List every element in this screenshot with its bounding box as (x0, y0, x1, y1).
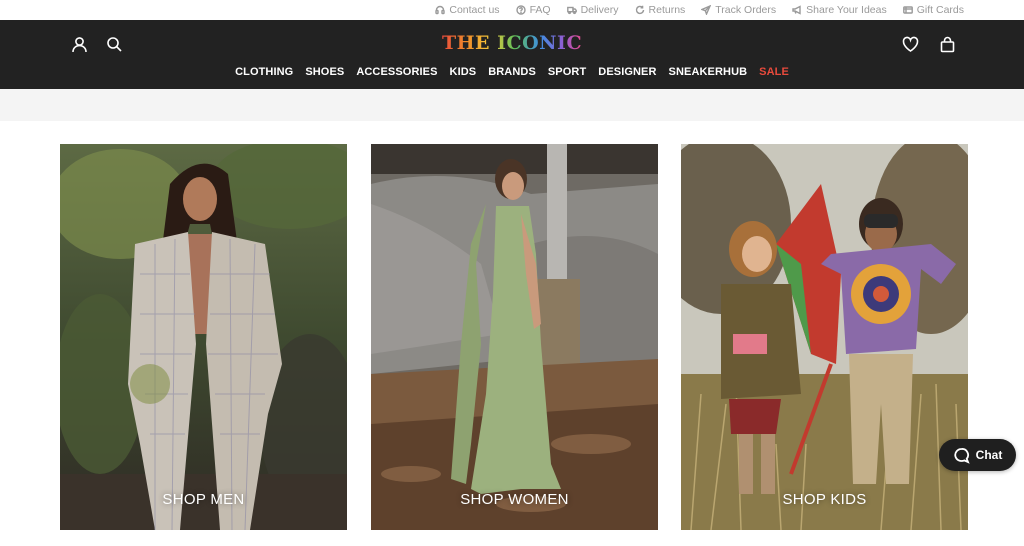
delivery-link[interactable]: Delivery (566, 4, 619, 16)
shop-men-tile[interactable]: SHOP MEN (60, 144, 347, 530)
shop-kids-tile[interactable]: SHOP KIDS (681, 144, 968, 530)
returns-link[interactable]: Returns (635, 4, 686, 16)
nav-accessories[interactable]: ACCESSORIES (356, 66, 437, 78)
chat-bubble-icon (954, 447, 970, 464)
returns-label: Returns (648, 4, 686, 16)
shop-men-label: SHOP MEN (162, 491, 245, 508)
chat-label: Chat (975, 448, 1003, 462)
track-orders-label: Track Orders (715, 4, 777, 16)
gift-cards-label: Gift Cards (916, 4, 964, 16)
shopping-bag-icon[interactable] (939, 36, 956, 53)
header-right-icons (902, 36, 956, 53)
contact-us-label: Contact us (449, 4, 500, 16)
main-nav: CLOTHING SHOES ACCESSORIES KIDS BRANDS S… (0, 66, 1024, 78)
contact-us-link[interactable]: Contact us (435, 4, 500, 16)
nav-sale[interactable]: SALE (759, 66, 789, 78)
nav-clothing[interactable]: CLOTHING (235, 66, 293, 78)
promo-strip (0, 89, 1024, 121)
shop-kids-label: SHOP KIDS (782, 491, 867, 508)
women-photo (371, 144, 658, 530)
men-photo (60, 144, 347, 530)
faq-link[interactable]: FAQ (515, 4, 551, 16)
utility-bar: Contact us FAQ Delivery Returns Track Or… (0, 0, 1024, 20)
question-icon (515, 5, 526, 15)
category-tiles: SHOP MEN SHOP WOMEN SHOP KIDS (60, 144, 968, 530)
send-icon (701, 5, 712, 15)
site-logo[interactable]: THE ICONIC (442, 32, 582, 54)
shop-women-label: SHOP WOMEN (460, 491, 569, 508)
nav-kids[interactable]: KIDS (450, 66, 477, 78)
nav-shoes[interactable]: SHOES (305, 66, 344, 78)
main-header: THE ICONIC CLOTHING SHOES ACCESSORIES KI… (0, 20, 1024, 89)
nav-sneakerhub[interactable]: SNEAKERHUB (669, 66, 748, 78)
share-ideas-link[interactable]: Share Your Ideas (792, 4, 887, 16)
truck-icon (566, 6, 577, 15)
headset-icon (435, 5, 446, 15)
header-left-icons (71, 36, 123, 53)
kids-photo (681, 144, 968, 530)
wishlist-heart-icon[interactable] (902, 36, 919, 53)
megaphone-icon (792, 5, 801, 15)
nav-brands[interactable]: BRANDS (488, 66, 536, 78)
returns-icon (635, 5, 644, 15)
gift-card-icon (902, 6, 913, 14)
chat-button[interactable]: Chat (939, 439, 1016, 471)
nav-sport[interactable]: SPORT (548, 66, 586, 78)
search-icon[interactable] (106, 36, 123, 53)
gift-cards-link[interactable]: Gift Cards (902, 4, 964, 16)
nav-designer[interactable]: DESIGNER (598, 66, 656, 78)
track-orders-link[interactable]: Track Orders (701, 4, 776, 16)
shop-women-tile[interactable]: SHOP WOMEN (371, 144, 658, 530)
faq-label: FAQ (529, 4, 551, 16)
delivery-label: Delivery (580, 4, 619, 16)
share-ideas-label: Share Your Ideas (806, 4, 887, 16)
account-icon[interactable] (71, 36, 88, 53)
